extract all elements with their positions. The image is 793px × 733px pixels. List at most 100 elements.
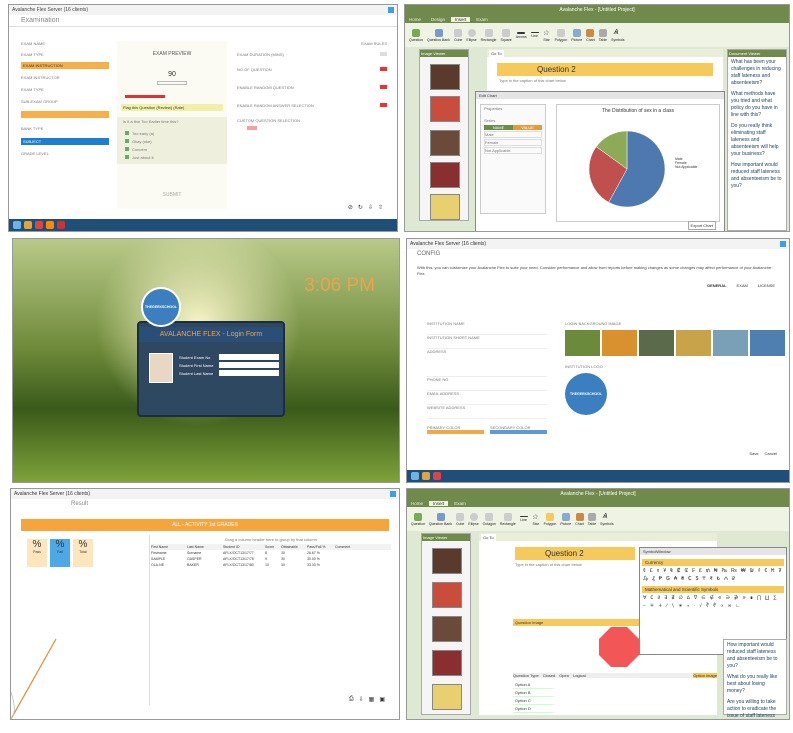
currency-symbol[interactable]: ₽ [732,576,735,582]
tab-license[interactable]: LICENSE [758,283,775,288]
firefox-icon[interactable] [46,221,54,229]
question-count-toggle[interactable] [380,67,387,71]
math-symbol[interactable]: ∁ [650,595,653,601]
website-field[interactable]: WEBSITE ADDRESS [427,405,547,419]
bg-thumbnail[interactable] [639,330,674,356]
print-icon[interactable]: ⎙ [349,696,354,703]
currency-symbol[interactable]: ₰ [652,576,655,582]
math-symbol[interactable]: ∙ [694,603,695,609]
random-question-toggle[interactable] [380,85,387,89]
thumbnail-image[interactable] [430,130,460,156]
line-button[interactable]: Line [519,516,528,522]
currency-symbol[interactable]: ₹ [710,576,713,582]
math-symbol[interactable]: ∅ [678,595,682,601]
email-field[interactable]: EMAIL ADDRESS [427,391,547,405]
browser-icon[interactable] [433,472,441,480]
field-exam-type[interactable]: EXAM TYPE [21,52,109,62]
type-logical[interactable]: Logical [573,673,586,678]
picture-button[interactable]: Picture [560,512,571,526]
column-header[interactable]: Score [265,545,281,549]
math-symbol[interactable]: ∊ [718,595,722,601]
answer-item[interactable]: Too early (a) [125,129,219,137]
tab-general[interactable]: GENERAL [707,283,727,288]
math-symbol[interactable]: ∏ [757,595,761,601]
last-name-input[interactable] [219,370,279,376]
math-symbol[interactable]: ∞ [728,603,732,609]
currency-symbol[interactable]: ₭ [771,568,774,574]
math-symbol[interactable]: ∋ [726,595,730,601]
arrows-button[interactable]: Arrows [516,31,527,39]
math-symbol[interactable]: ∛ [706,603,709,609]
currency-symbol[interactable]: ₦ [714,568,718,574]
rectangle-button[interactable]: Rectangle [500,512,516,526]
currency-symbol[interactable]: ₣ [692,568,695,574]
math-symbol[interactable]: ∘ [687,603,690,609]
math-symbol[interactable]: ∎ [750,595,753,601]
bg-thumbnail[interactable] [750,330,785,356]
currency-symbol[interactable]: ₪ [750,568,754,574]
excel-icon[interactable]: ▦ [369,696,375,703]
save-button[interactable]: Save [749,451,758,456]
first-name-input[interactable] [219,362,279,368]
tab-home[interactable]: Home [405,17,425,22]
option-item[interactable]: Option B [513,689,553,697]
tab-home[interactable]: Home [407,501,427,506]
column-header[interactable]: Comment [335,545,365,549]
opera-icon[interactable] [57,221,65,229]
random-answer-toggle[interactable] [380,103,387,107]
answer-item[interactable]: Concern [125,145,219,153]
currency-symbol[interactable]: ¢ [643,568,646,574]
octagon-shape[interactable] [599,627,639,667]
currency-symbol[interactable]: ₠ [670,568,673,574]
ellipse-button[interactable]: Ellipse [468,512,479,526]
square-button[interactable]: Square [500,28,512,42]
math-symbol[interactable]: ∀ [643,595,646,601]
tab-insert[interactable]: Insert [429,500,449,506]
start-icon[interactable] [13,221,21,229]
currency-symbol[interactable]: ₥ [706,568,710,574]
bank-type-chip[interactable]: SUBJECT [21,138,109,145]
thumbnail-image[interactable] [430,194,460,220]
stat-tile-total[interactable]: % Total [73,539,93,567]
duration-input[interactable] [380,52,387,56]
math-symbol[interactable]: ∇ [694,595,697,601]
app-icon[interactable] [388,7,394,13]
question-bank-button[interactable]: Question Bank [427,28,450,42]
custom-selection-toggle[interactable] [247,126,257,130]
chart-button[interactable]: Chart [586,28,595,42]
currency-symbol[interactable]: ₲ [666,576,670,582]
currency-symbol[interactable]: ₼ [724,576,728,582]
table-button[interactable]: Table [599,28,607,42]
folder-icon[interactable] [24,221,32,229]
cancel-button[interactable]: Cancel [765,451,777,456]
stat-tile-fail[interactable]: % Fail [50,539,70,567]
flag-label[interactable]: Flag this Question (Review) (Rate) [121,104,223,111]
ellipse-button[interactable]: Ellipse [466,28,477,42]
export-icon[interactable]: ⇩ [359,696,364,703]
sub-group-chip[interactable] [21,111,109,118]
math-symbol[interactable]: ∃ [664,595,667,601]
currency-symbol[interactable]: ₫ [758,568,761,574]
currency-symbol[interactable]: £ [650,568,653,574]
math-symbol[interactable]: ∖ [671,603,674,609]
symbols-button[interactable]: Ѧ Symbols [611,29,624,42]
type-open[interactable]: Open [559,673,569,678]
short-name-field[interactable]: INSTITUTION SHORT NAME [427,335,547,349]
secondary-color-swatch[interactable] [490,430,547,434]
currency-symbol[interactable]: $ [696,576,699,582]
polygon-button[interactable]: Polygon [555,28,567,42]
currency-symbol[interactable]: ₡ [677,568,681,574]
math-symbol[interactable]: ∟ [735,603,740,609]
star-button[interactable]: ☆ Star [543,29,551,42]
start-icon[interactable] [411,472,419,480]
answer-item[interactable]: Okay (oke) [125,137,219,145]
column-header[interactable]: First Name [151,545,187,549]
import-icon[interactable]: ⇩ [368,204,373,211]
go-to-button[interactable]: Go To [481,533,496,541]
tab-design[interactable]: Design [427,17,449,22]
question-bank-button[interactable]: Question Bank [429,512,452,526]
tab-exam[interactable]: Exam [472,17,492,22]
math-symbol[interactable]: ∌ [734,595,738,601]
field-grade-level[interactable]: GRADE LEVEL [21,151,109,156]
math-symbol[interactable]: ∜ [713,603,716,609]
